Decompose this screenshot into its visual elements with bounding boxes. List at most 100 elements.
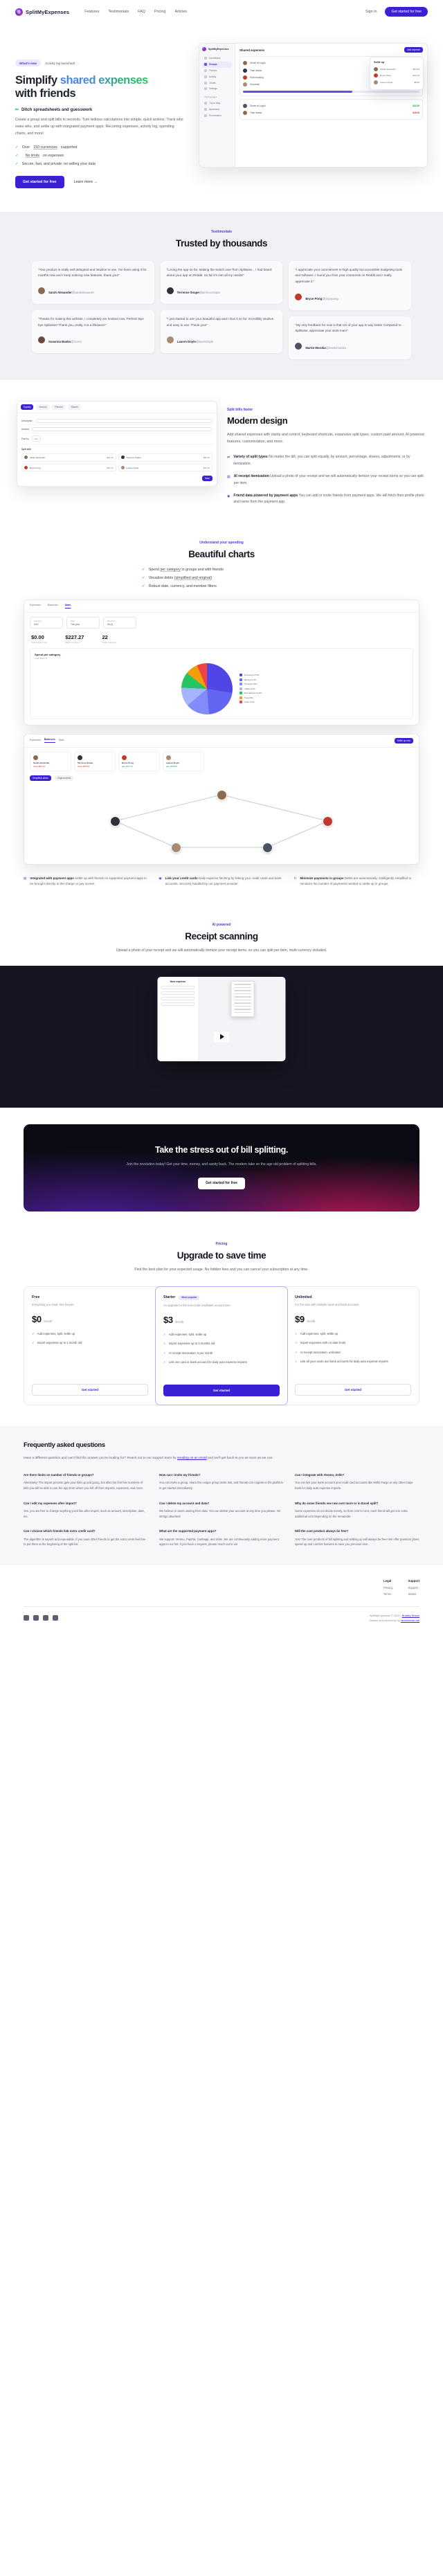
whats-new-banner[interactable]: What's new Activity log launched! › [15,60,192,67]
testimonial-quote: "My only feedback for now is that UX of … [295,323,401,333]
footer-link-status[interactable]: Status [408,1592,419,1596]
footer-link-support[interactable]: Support [408,1586,419,1589]
cta-button[interactable]: Get started for free [198,1177,245,1189]
learn-more-link[interactable]: Learn more → [74,180,98,184]
form-row: Amount [21,425,213,434]
sidebar-label: Apartment [209,107,220,111]
add-expense-button[interactable]: Add expense [404,47,423,53]
simplified-debts-toggle[interactable]: Simplified debts [30,775,51,781]
sidebar-group-item[interactable]: Roommates [202,112,232,118]
graph-node-avatar[interactable] [262,842,273,853]
email-icon[interactable] [53,1615,58,1621]
sidebar-item-activity[interactable]: Activity [202,73,232,80]
member-row[interactable]: Lauren Doyle $32.10 [118,463,213,472]
avatar [38,287,45,294]
tab-balances[interactable]: Balances [48,604,58,608]
get-started-hero-button[interactable]: Get started for free [15,175,64,188]
tab-percent[interactable]: Percent [52,404,66,411]
receipt-field[interactable] [161,1002,195,1007]
sidebar-item-dashboard[interactable]: Dashboard [202,55,232,62]
expense-row[interactable]: Train tickets $18.00 [243,109,419,116]
plan-get-started-button[interactable]: Get started [32,1383,148,1396]
plan-tagline: Everything you need, free forever. [32,1302,75,1306]
footer-link-terms[interactable]: Terms [383,1592,392,1596]
expense-amount: $18.00 [413,111,419,115]
check-link[interactable]: 150 currencies [33,145,57,150]
groups-icon [204,63,207,66]
footer-link-privacy[interactable]: Privacy [383,1586,392,1589]
date-filter[interactable]: Date This year [66,616,100,629]
graph-node-avatar[interactable] [109,816,120,827]
nav-item-pricing[interactable]: Pricing [154,10,165,14]
brand-logo[interactable]: SplitMyExpenses [15,8,69,16]
plan-get-started-button[interactable]: Get started [295,1383,411,1396]
person-card[interactable]: Terrence Snape owes $18.00 [74,751,116,771]
sidebar-label: Trip to Italy [209,102,221,105]
tab-stats[interactable]: Stats [59,739,64,743]
receipt-field[interactable] [161,986,195,990]
sidebar-item-friends[interactable]: Friends [202,68,232,74]
sidebar-group-heading: Your groups [204,95,217,98]
footer-author-link[interactable]: Bradley Brown [402,1614,419,1617]
settle-up-button[interactable]: Settle up now [394,737,413,744]
tab-balances[interactable]: Balances [44,738,55,744]
plan-feature-text: Import expenses with no date limits [300,1341,346,1345]
plan-get-started-button[interactable]: Get started [163,1384,280,1396]
sidebar-group-item[interactable]: Apartment [202,106,232,112]
hero-subheading: ✂ Ditch spreadsheets and guesswork [15,107,192,112]
original-debts-toggle[interactable]: Original debts [54,775,74,781]
sidebar-item-settings[interactable]: Settings [202,86,232,92]
receipt-field[interactable] [161,997,195,1001]
amount-input[interactable] [32,426,213,431]
graph-node-avatar[interactable] [216,789,227,800]
play-icon[interactable] [214,1032,229,1043]
check-link[interactable]: (simplified and original) [174,576,212,580]
settle-up-row[interactable]: Bryce Pong $12.75 [374,73,419,80]
expense-row[interactable]: Dinner at Luigi's $42.50 [243,102,419,109]
faq-email-link[interactable]: sending us an email [177,1457,207,1460]
graph-node-avatar[interactable] [170,842,181,853]
person-card[interactable]: Sarah Alexander owes $42.10 [30,751,71,771]
tab-stats[interactable]: Stats [64,604,71,609]
get-started-header-button[interactable]: Get started for free [385,7,428,17]
tab-expenses[interactable]: Expenses [30,739,41,743]
person-card[interactable]: Lauren Doyle gets $28.85 [163,751,204,771]
faq-item: What are the supported payment apps? We s… [159,1529,284,1547]
expense-name: Train tickets [250,69,262,72]
github-icon[interactable] [43,1615,48,1621]
tab-expenses[interactable]: Expenses [30,604,41,608]
linkedin-icon[interactable] [33,1615,39,1621]
currency-filter[interactable]: Currency USD [30,616,63,629]
faq-grid: Are there limits on number of friends or… [0,1461,443,1547]
check-link[interactable]: No limits [26,154,39,158]
twitter-icon[interactable] [24,1615,29,1621]
nav-item-testimonials[interactable]: Testimonials [108,10,129,14]
faq-answer: You can link your bank account and credi… [295,1481,413,1490]
member-row[interactable]: Sarah Alexander $32.10 [21,453,116,462]
tab-equally[interactable]: Equally [21,404,34,411]
sign-in-link[interactable]: Sign in [365,10,377,14]
description-input[interactable] [35,418,213,423]
sidebar-item-groups[interactable]: Groups [202,61,232,68]
save-button[interactable]: Save [201,476,213,482]
plan-name: Unlimited [295,1295,312,1299]
nav-item-articles[interactable]: Articles [174,10,187,14]
nav-item-features[interactable]: Features [84,10,99,14]
member-row[interactable]: Bryce Pong $32.10 [21,463,116,472]
tab-amount[interactable]: Amount [36,404,50,411]
receipt-field[interactable] [161,991,195,996]
paid-by-select[interactable]: You [31,435,41,442]
nav-item-faq[interactable]: FAQ [138,10,145,14]
settle-up-row[interactable]: Sarah Alexander $24.10 [374,66,419,73]
receipt-video[interactable]: New expense [0,966,443,1108]
settle-up-row[interactable]: Lauren Doyle $8.40 [374,79,419,86]
check-link[interactable]: per category [160,568,180,572]
member-row[interactable]: Terrence Snape $32.10 [118,453,213,462]
tab-shares[interactable]: Shares [68,404,81,411]
members-filter[interactable]: Members All (4) [103,616,136,629]
footer-randomuser-link[interactable]: randomuser.me [401,1619,419,1622]
sidebar-item-charts[interactable]: Charts [202,80,232,86]
sidebar-group-item[interactable]: Trip to Italy [202,100,232,107]
author-handle: @brycepong [322,296,338,300]
person-card[interactable]: Bryce Pong gets $31.25 [118,751,160,771]
